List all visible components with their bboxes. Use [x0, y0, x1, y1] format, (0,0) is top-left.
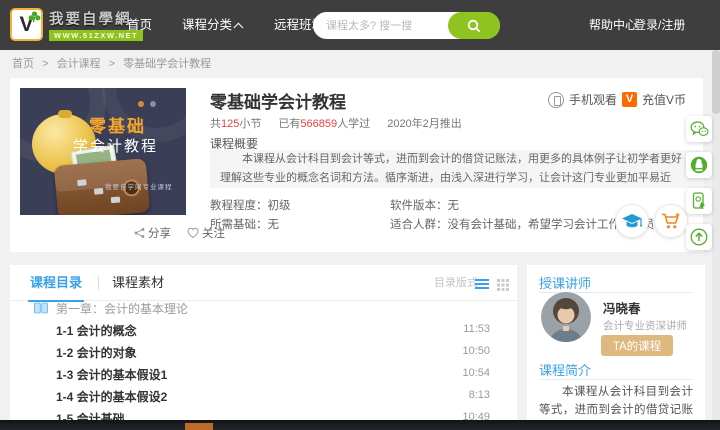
course-catalog-card: 课程目录 课程素材 目录版式 第一章：会计的基本理论 1-1 会计的概念 11:…: [10, 265, 517, 430]
instructor-card: 授课讲师 冯晓春 会计专业资深讲师 TA的课程 课程简介 本课程从会计科目到会计…: [527, 265, 705, 430]
breadcrumb-home[interactable]: 首页: [12, 58, 34, 70]
search-box: [313, 12, 500, 39]
search-input[interactable]: [313, 19, 448, 32]
grid-view-icon[interactable]: [497, 278, 509, 296]
cover-title-line1: 零基础: [89, 117, 146, 136]
learner-count: 566859: [300, 118, 338, 130]
instructor-name: 冯晓春: [603, 302, 641, 316]
nav-home[interactable]: 首页: [112, 0, 167, 50]
instructor-heading: 授课讲师: [539, 276, 592, 291]
page-title: 零基础学会计教程: [210, 93, 346, 112]
qq-contact-button[interactable]: [686, 152, 712, 178]
intro-heading: 课程简介: [539, 363, 592, 378]
tab-divider: [98, 276, 99, 290]
instructor-avatar[interactable]: [541, 292, 591, 342]
layout-style-label: 目录版式: [434, 277, 478, 289]
section-count: 125: [221, 118, 240, 130]
breadcrumb-category[interactable]: 会计课程: [57, 58, 101, 70]
mobile-app-icon: [692, 192, 705, 210]
share-button[interactable]: 分享: [134, 225, 171, 241]
cover-caption: 我要自学网专业课程: [105, 184, 173, 191]
tab-course-materials[interactable]: 课程素材: [112, 265, 164, 301]
help-center-link[interactable]: 帮助中心: [589, 0, 637, 50]
lesson-row[interactable]: 1-4 会计的基本假设2 8:13: [10, 385, 517, 407]
logo-v-icon: V: [10, 8, 43, 41]
vcoin-icon: V: [622, 92, 637, 107]
search-icon: [467, 19, 481, 32]
lesson-row[interactable]: 1-3 会计的基本假设1 10:54: [10, 363, 517, 385]
lesson-duration: 11:53: [463, 323, 490, 335]
meta-level: 教程程度：初级: [210, 200, 291, 212]
chapter-title: 第一章：会计的基本理论: [56, 301, 189, 316]
arrow-up-circle-icon: [690, 228, 708, 246]
mobile-watch-button[interactable]: 手机观看: [548, 91, 617, 108]
nav-course-categories[interactable]: 课程分类: [167, 0, 259, 50]
chapter-row[interactable]: 第一章：会计的基本理论: [10, 297, 517, 319]
graduation-cap-icon: [622, 213, 642, 227]
breadcrumb: 首页 > 会计课程 > 零基础学会计教程: [12, 50, 211, 78]
wechat-icon: [690, 121, 709, 136]
breadcrumb-separator: >: [42, 58, 49, 70]
follow-button[interactable]: 关注: [187, 225, 225, 241]
cart-plus-icon: [662, 212, 680, 228]
taskbar: [0, 420, 720, 430]
study-plan-button[interactable]: [615, 204, 649, 238]
catalog-tabbar: 课程目录 课程素材 目录版式: [10, 265, 517, 302]
cover-title-line2: 学会计教程: [73, 138, 159, 155]
top-navbar: V 我要自學網 WWW.51ZXW.NET 首页 课程分类 远程班培训 商城 帮…: [0, 0, 720, 50]
login-register-link[interactable]: 登录/注册: [634, 0, 685, 50]
share-follow-row: 分享 关注: [134, 225, 241, 241]
cover-decor-dot: [150, 101, 156, 107]
lesson-duration: 10:50: [462, 345, 490, 357]
release-date: 2020年2月推出: [387, 118, 462, 130]
wechat-share-button[interactable]: [686, 116, 712, 142]
phone-icon: [548, 91, 564, 108]
meta-software: 软件版本：无: [390, 200, 459, 212]
divider: [539, 379, 693, 380]
course-cover-image[interactable]: 零基础 学会计教程 我要自学网专业课程: [20, 88, 186, 215]
book-icon: [34, 302, 48, 314]
instructor-courses-button[interactable]: TA的课程: [601, 335, 673, 356]
tab-course-catalog[interactable]: 课程目录: [27, 265, 85, 302]
taskbar-app-indicator[interactable]: [185, 423, 213, 430]
scrollbar-thumb[interactable]: [712, 50, 720, 114]
mobile-app-button[interactable]: [686, 188, 712, 214]
list-view-icon[interactable]: [475, 279, 489, 290]
course-stats: 共125小节 已有566859人学过 2020年2月推出: [210, 118, 462, 130]
breadcrumb-current: 零基础学会计教程: [123, 58, 212, 70]
recharge-vcoin-button[interactable]: V 充值V币: [622, 91, 686, 108]
qq-icon: [690, 156, 708, 174]
course-header-card: 零基础 学会计教程 我要自学网专业课程 零基础学会计教程 共125小节 已有56…: [10, 78, 703, 252]
add-to-cart-button[interactable]: [654, 204, 688, 238]
breadcrumb-separator: >: [108, 58, 116, 70]
clover-icon: [28, 11, 41, 23]
lesson-duration: 10:54: [462, 367, 490, 379]
lesson-row[interactable]: 1-2 会计的对象 10:50: [10, 341, 517, 363]
cover-decor-dot: [138, 101, 144, 107]
course-summary: 本课程从会计科目到会计等式，进而到会计的借贷记账法，用更多的具体例子让初学者更好…: [210, 150, 702, 188]
instructor-title: 会计专业资深讲师: [603, 320, 687, 332]
share-icon: [134, 228, 145, 238]
heart-icon: [187, 227, 199, 239]
back-to-top-button[interactable]: [686, 224, 712, 250]
chevron-up-icon: [233, 22, 244, 33]
lesson-row[interactable]: 1-1 会计的概念 11:53: [10, 319, 517, 341]
search-button[interactable]: [448, 12, 500, 39]
lesson-duration: 8:13: [468, 389, 490, 401]
